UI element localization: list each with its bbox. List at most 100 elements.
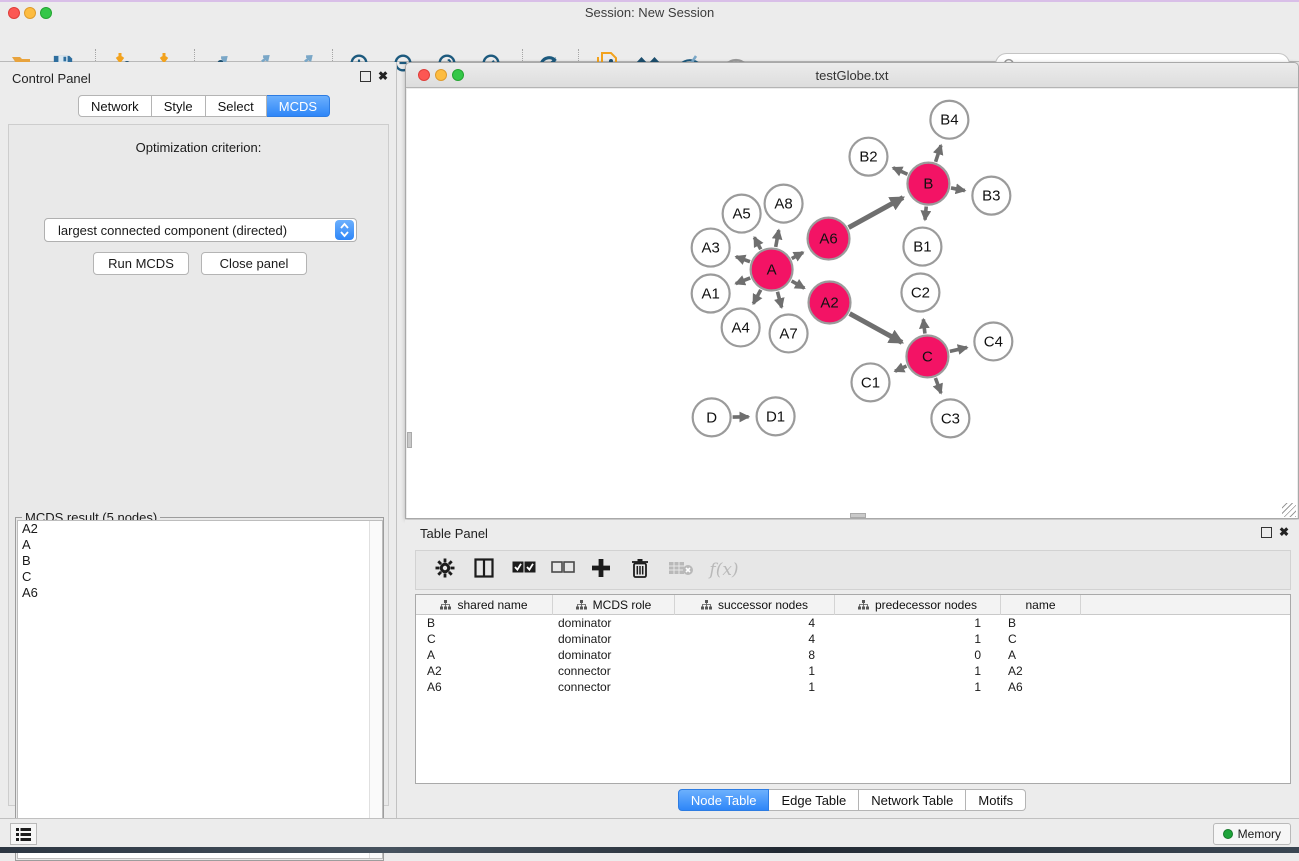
table-cell: A bbox=[416, 647, 553, 663]
tab-edge-table[interactable]: Edge Table bbox=[769, 789, 859, 811]
node-table[interactable]: shared name MCDS rolesuccessor nodesprede… bbox=[415, 594, 1291, 784]
edge-A-A2[interactable] bbox=[792, 281, 805, 288]
edge-B-B4[interactable] bbox=[936, 145, 941, 161]
deselect-all-button[interactable] bbox=[551, 561, 573, 579]
table-row[interactable]: Adominator80A bbox=[416, 647, 1290, 663]
edge-A-A3[interactable] bbox=[736, 257, 750, 262]
table-cell: 1 bbox=[675, 679, 835, 695]
table-cell: 1 bbox=[835, 679, 1001, 695]
edge-C-C4[interactable] bbox=[950, 347, 967, 351]
table-cell: A6 bbox=[1001, 679, 1081, 695]
node-label-B: B bbox=[923, 176, 933, 193]
split-pane-icon bbox=[474, 558, 494, 578]
result-list-scrollbar[interactable] bbox=[369, 521, 382, 858]
edge-A6-B[interactable] bbox=[849, 198, 903, 228]
column-header-successor-nodes[interactable]: successor nodes bbox=[675, 595, 835, 615]
network-canvas[interactable]: B4B2BB3A8A5A6A3B1AA1C2A2A4A7C4CC1C3DD1 bbox=[407, 89, 1297, 518]
table-settings-button[interactable] bbox=[434, 558, 456, 583]
window-titlebar: Session: New Session bbox=[0, 2, 1299, 22]
delete-column-button[interactable] bbox=[629, 558, 651, 583]
trash-icon bbox=[631, 558, 649, 578]
tab-node-table[interactable]: Node Table bbox=[678, 789, 770, 811]
column-header-predecessor-nodes[interactable]: predecessor nodes bbox=[835, 595, 1001, 615]
task-history-button[interactable] bbox=[10, 823, 37, 845]
node-label-C2: C2 bbox=[911, 285, 930, 302]
node-label-B1: B1 bbox=[913, 239, 931, 256]
table-header-row[interactable]: shared name MCDS rolesuccessor nodesprede… bbox=[416, 595, 1290, 615]
table-row[interactable]: Bdominator41B bbox=[416, 615, 1290, 631]
edge-A-A8[interactable] bbox=[776, 230, 779, 247]
table-cell: connector bbox=[553, 663, 675, 679]
criterion-dropdown[interactable]: largest connected component (directed) bbox=[44, 218, 357, 242]
close-table-panel-icon[interactable]: ✖ bbox=[1279, 527, 1289, 538]
node-label-A2: A2 bbox=[820, 294, 838, 311]
close-panel-icon[interactable]: ✖ bbox=[378, 71, 388, 82]
column-header-shared-name[interactable]: shared name bbox=[416, 595, 553, 615]
run-mcds-button[interactable]: Run MCDS bbox=[93, 252, 189, 275]
node-label-B2: B2 bbox=[859, 149, 877, 166]
edge-A-A1[interactable] bbox=[736, 278, 750, 284]
show-column-pane-button[interactable] bbox=[473, 558, 495, 583]
mcds-result-item[interactable]: A6 bbox=[18, 585, 382, 601]
gear-icon bbox=[435, 558, 455, 578]
unchecked-boxes-icon bbox=[551, 561, 575, 574]
table-cell: connector bbox=[553, 679, 675, 695]
column-header-MCDS-role[interactable]: MCDS role bbox=[553, 595, 675, 615]
float-table-panel-icon[interactable] bbox=[1261, 527, 1272, 538]
table-cell: A6 bbox=[416, 679, 553, 695]
table-cell: B bbox=[1001, 615, 1081, 631]
tab-style[interactable]: Style bbox=[152, 95, 206, 117]
tab-motifs[interactable]: Motifs bbox=[966, 789, 1026, 811]
tab-mcds[interactable]: MCDS bbox=[267, 95, 330, 117]
mcds-result-list[interactable]: A2ABCA6 bbox=[17, 520, 383, 859]
tab-network-table[interactable]: Network Table bbox=[859, 789, 966, 811]
edge-A2-C[interactable] bbox=[850, 314, 902, 343]
node-label-D1: D1 bbox=[766, 408, 785, 425]
table-cell: dominator bbox=[553, 615, 675, 631]
mcds-result-item[interactable]: C bbox=[18, 569, 382, 585]
memory-button[interactable]: Memory bbox=[1213, 823, 1291, 845]
node-label-C3: C3 bbox=[941, 410, 960, 427]
table-row[interactable]: A6connector11A6 bbox=[416, 679, 1290, 695]
canvas-bottom-scroll-nub[interactable] bbox=[850, 513, 866, 518]
edge-C-C3[interactable] bbox=[935, 378, 941, 393]
tab-select[interactable]: Select bbox=[206, 95, 267, 117]
column-header-label: shared name bbox=[457, 598, 527, 612]
mcds-result-item[interactable]: A bbox=[18, 537, 382, 553]
canvas-left-scroll-nub[interactable] bbox=[407, 432, 412, 448]
node-label-A4: A4 bbox=[731, 319, 749, 336]
table-cell: dominator bbox=[553, 647, 675, 663]
edge-A-A5[interactable] bbox=[754, 237, 760, 249]
edge-A-A7[interactable] bbox=[777, 292, 781, 308]
table-panel-title: Table Panel bbox=[420, 526, 488, 541]
table-cell: C bbox=[416, 631, 553, 647]
column-type-icon bbox=[858, 600, 869, 610]
edge-A-A6[interactable] bbox=[792, 252, 803, 258]
edge-B-B3[interactable] bbox=[951, 188, 965, 191]
edge-C-C1[interactable] bbox=[895, 366, 906, 371]
add-column-button[interactable] bbox=[590, 558, 612, 583]
tab-network[interactable]: Network bbox=[78, 95, 152, 117]
table-cell: B bbox=[416, 615, 553, 631]
table-cell: 1 bbox=[835, 663, 1001, 679]
node-label-B4: B4 bbox=[940, 112, 958, 129]
column-type-icon bbox=[701, 600, 712, 610]
edge-B-B2[interactable] bbox=[893, 168, 907, 174]
select-all-button[interactable] bbox=[512, 561, 534, 579]
node-label-A7: A7 bbox=[779, 325, 797, 342]
mcds-result-item[interactable]: A2 bbox=[18, 521, 382, 537]
mcds-result-item[interactable]: B bbox=[18, 553, 382, 569]
table-row[interactable]: Cdominator41C bbox=[416, 631, 1290, 647]
table-row[interactable]: A2connector11A2 bbox=[416, 663, 1290, 679]
window-resize-grip[interactable] bbox=[1282, 503, 1296, 517]
column-header-name[interactable]: name bbox=[1001, 595, 1081, 615]
table-cell: 8 bbox=[675, 647, 835, 663]
node-label-B3: B3 bbox=[982, 188, 1000, 205]
edge-C-C2[interactable] bbox=[923, 319, 925, 333]
network-window-titlebar[interactable]: testGlobe.txt bbox=[406, 63, 1298, 88]
edge-B-B1[interactable] bbox=[925, 207, 926, 220]
close-panel-button[interactable]: Close panel bbox=[201, 252, 307, 275]
float-panel-icon[interactable] bbox=[360, 71, 371, 82]
edge-A-A4[interactable] bbox=[753, 290, 760, 304]
network-window-title: testGlobe.txt bbox=[406, 68, 1298, 83]
